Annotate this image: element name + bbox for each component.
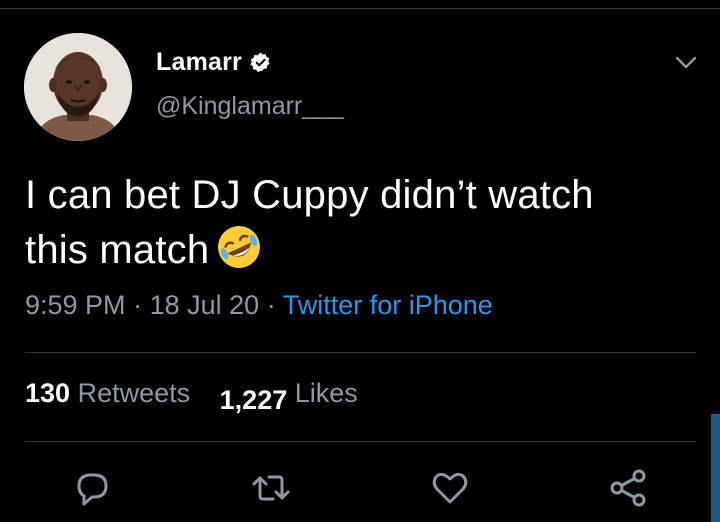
likes-label: Likes bbox=[294, 378, 358, 408]
tweet-stats: 130 Retweets 1,227 Likes bbox=[25, 378, 358, 415]
tweet-time[interactable]: 9:59 PM bbox=[25, 290, 126, 320]
avatar[interactable] bbox=[24, 33, 132, 141]
verified-badge-icon bbox=[250, 51, 270, 72]
tweet-text-line-2-text: this match bbox=[25, 228, 210, 272]
chevron-down-icon[interactable] bbox=[672, 50, 700, 74]
action-bar bbox=[0, 466, 720, 516]
tweet-date[interactable]: 18 Jul 20 bbox=[150, 290, 260, 320]
divider bbox=[25, 352, 696, 353]
tweet-meta: 9:59 PM · 18 Jul 20 · Twitter for iPhone bbox=[25, 290, 493, 321]
meta-separator: · bbox=[266, 290, 276, 320]
likes-count: 1,227 bbox=[219, 385, 288, 415]
top-divider bbox=[0, 8, 720, 9]
retweets-label: Retweets bbox=[77, 378, 191, 408]
tweet-text-line-1: I can bet DJ Cuppy didn’t watch bbox=[25, 173, 594, 217]
reply-icon[interactable] bbox=[70, 466, 114, 510]
retweet-icon[interactable] bbox=[249, 466, 293, 510]
tweet-source-link[interactable]: Twitter for iPhone bbox=[283, 290, 493, 320]
retweets-stat[interactable]: 130 Retweets bbox=[25, 378, 198, 408]
retweets-count: 130 bbox=[25, 378, 71, 408]
tweet-text: I can bet DJ Cuppy didn’t watch this mat… bbox=[25, 168, 705, 278]
author-handle[interactable]: @Kinglamarr___ bbox=[156, 92, 344, 121]
divider bbox=[25, 441, 696, 442]
scroll-indicator[interactable] bbox=[711, 414, 720, 522]
meta-separator: · bbox=[133, 290, 143, 320]
like-icon[interactable] bbox=[428, 466, 472, 510]
rolling-on-floor-laughing-icon bbox=[218, 226, 261, 268]
avatar-photo bbox=[24, 33, 132, 141]
likes-stat[interactable]: 1,227 Likes bbox=[198, 378, 358, 415]
author-display-name[interactable]: Lamarr bbox=[156, 48, 242, 77]
author-name-row[interactable]: Lamarr bbox=[156, 45, 272, 79]
share-icon[interactable] bbox=[607, 466, 651, 510]
tweet-text-line-2: this match bbox=[25, 223, 705, 278]
